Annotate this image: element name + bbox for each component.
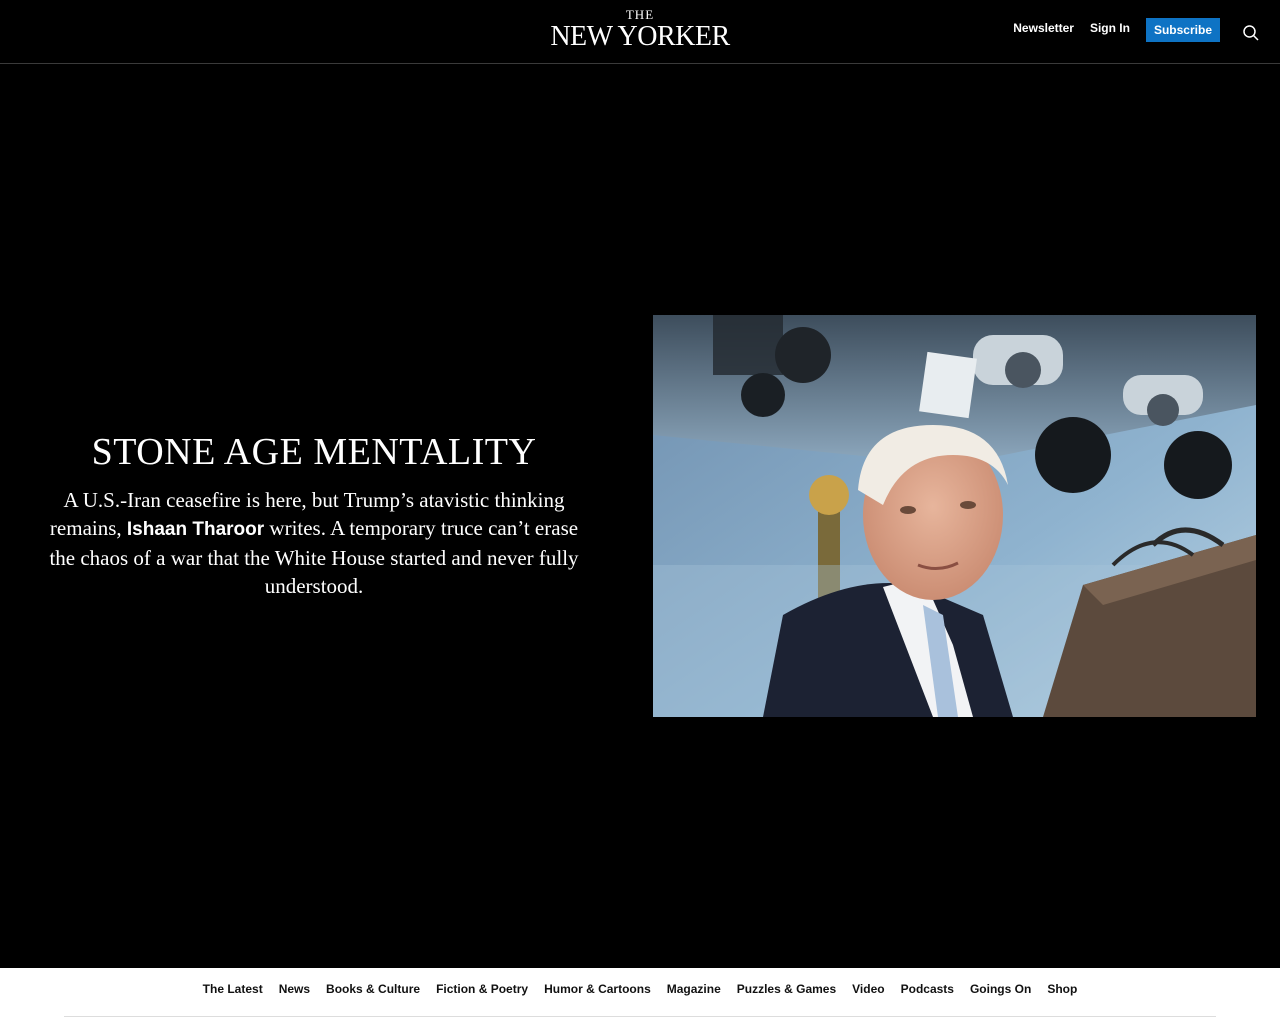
newsletter-link[interactable]: Newsletter xyxy=(1013,21,1074,35)
site-header: THE NEW YORKER Newsletter Sign In Subscr… xyxy=(0,0,1280,64)
nav-item-podcasts[interactable]: Podcasts xyxy=(901,982,954,996)
nav-item-video[interactable]: Video xyxy=(852,982,884,996)
nav-item-the-latest[interactable]: The Latest xyxy=(203,982,263,996)
nav-item-news[interactable]: News xyxy=(279,982,310,996)
hero-text: STONE AGE MENTALITY A U.S.-Iran ceasefir… xyxy=(40,430,588,600)
subscribe-button[interactable]: Subscribe xyxy=(1145,18,1220,42)
nav-item-puzzles-games[interactable]: Puzzles & Games xyxy=(737,982,836,996)
nav-item-fiction-poetry[interactable]: Fiction & Poetry xyxy=(436,982,528,996)
hero-headline[interactable]: STONE AGE MENTALITY xyxy=(40,430,588,474)
search-icon[interactable] xyxy=(1242,24,1260,42)
nav-item-shop[interactable]: Shop xyxy=(1047,982,1077,996)
nav-item-books-culture[interactable]: Books & Culture xyxy=(326,982,420,996)
logo-wordmark: NEW YORKER xyxy=(550,21,730,52)
nav-item-humor-cartoons[interactable]: Humor & Cartoons xyxy=(544,982,651,996)
nav-item-magazine[interactable]: Magazine xyxy=(667,982,721,996)
hero-image[interactable] xyxy=(653,315,1256,717)
sign-in-link[interactable]: Sign In xyxy=(1090,21,1130,35)
hero-photo-illustration xyxy=(653,315,1256,717)
site-logo[interactable]: THE NEW YORKER xyxy=(540,8,740,58)
hero-dek: A U.S.-Iran ceasefire is here, but Trump… xyxy=(40,486,588,600)
nav-item-goings-on[interactable]: Goings On xyxy=(970,982,1031,996)
header-nav: Newsletter Sign In Subscribe xyxy=(1013,0,1260,64)
logo-the: THE xyxy=(625,7,655,22)
section-nav-list: The Latest News Books & Culture Fiction … xyxy=(195,982,1086,996)
bottom-divider xyxy=(64,1016,1216,1017)
author-name[interactable]: Ishaan Tharoor xyxy=(127,519,264,540)
